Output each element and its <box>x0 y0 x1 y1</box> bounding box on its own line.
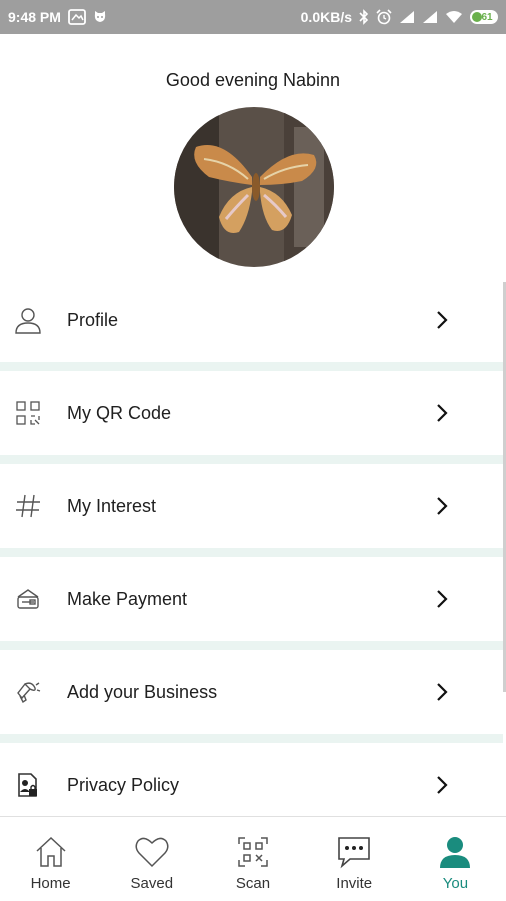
scan-icon <box>234 833 272 871</box>
menu-item-label: My QR Code <box>67 402 172 423</box>
chevron-right-icon <box>436 681 454 703</box>
menu-item-label: Make Payment <box>67 588 188 609</box>
nav-scan[interactable]: Scan <box>202 817 303 901</box>
divider <box>0 548 503 557</box>
nav-saved[interactable]: Saved <box>101 817 202 901</box>
chevron-right-icon <box>436 774 454 796</box>
nav-you[interactable]: You <box>405 817 506 901</box>
privacy-icon <box>13 770 43 800</box>
chevron-right-icon <box>436 588 454 610</box>
nav-invite[interactable]: Invite <box>304 817 405 901</box>
avatar[interactable] <box>174 107 334 267</box>
user-icon <box>13 305 43 335</box>
signal-icon <box>422 10 438 24</box>
menu-item-label: My Interest <box>67 495 157 516</box>
greeting-text: Good evening Nabinn <box>165 70 341 90</box>
network-speed: 0.0KB/s <box>300 9 352 25</box>
menu-item-label: Privacy Policy <box>67 774 180 795</box>
menu-item-qr-code[interactable]: My QR Code <box>0 371 503 455</box>
menu-item-label: Profile <box>67 309 119 330</box>
home-icon <box>32 833 70 871</box>
nav-label: Scan <box>235 875 271 892</box>
menu-item-add-business[interactable]: Add your Business <box>0 650 503 734</box>
alarm-icon <box>376 9 392 25</box>
chevron-right-icon <box>436 309 454 331</box>
menu-item-make-payment[interactable]: Make Payment <box>0 557 503 641</box>
nav-label: Invite <box>336 875 373 892</box>
divider <box>0 362 503 371</box>
cat-icon <box>93 10 107 24</box>
bottom-navigation: Home Saved Scan Invite You <box>0 816 506 901</box>
image-icon <box>68 9 86 25</box>
hashtag-icon <box>13 491 43 521</box>
wifi-icon <box>445 10 463 24</box>
menu-item-privacy-policy[interactable]: Privacy Policy <box>0 743 503 827</box>
settings-menu: Profile My QR Code My Interest Make Paym… <box>0 278 503 827</box>
menu-item-profile[interactable]: Profile <box>0 278 503 362</box>
menu-item-my-interest[interactable]: My Interest <box>0 464 503 548</box>
divider <box>0 734 503 743</box>
wallet-icon <box>13 584 43 614</box>
heart-icon <box>133 833 171 871</box>
battery-icon: 61 <box>470 10 498 24</box>
nav-label: Home <box>30 875 71 892</box>
signal-icon <box>399 10 415 24</box>
menu-item-label: Add your Business <box>67 681 218 702</box>
chat-icon <box>335 833 373 871</box>
qr-code-icon <box>13 398 43 428</box>
chevron-right-icon <box>436 402 454 424</box>
nav-home[interactable]: Home <box>0 817 101 901</box>
user-icon <box>436 833 474 871</box>
chevron-right-icon <box>436 495 454 517</box>
megaphone-icon <box>13 677 43 707</box>
bluetooth-icon <box>359 9 369 25</box>
divider <box>0 641 503 650</box>
divider <box>0 455 503 464</box>
status-bar: 9:48 PM 0.0KB/s 61 <box>0 0 506 34</box>
status-time: 9:48 PM <box>8 9 61 25</box>
nav-label: You <box>442 875 469 892</box>
nav-label: Saved <box>130 875 174 892</box>
